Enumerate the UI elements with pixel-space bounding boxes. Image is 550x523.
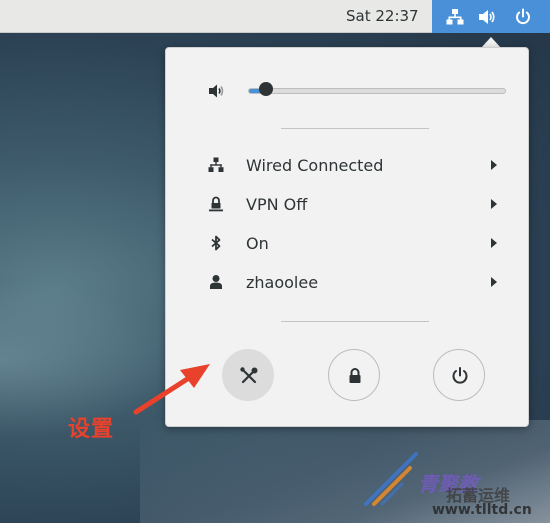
clock[interactable]: Sat 22:37: [346, 7, 419, 25]
settings-button[interactable]: [222, 349, 274, 401]
menu-item-label: zhaoolee: [246, 273, 319, 292]
menu-item-label: VPN Off: [246, 195, 308, 214]
lock-button[interactable]: [328, 349, 380, 401]
separator: [281, 128, 429, 129]
volume-icon: [478, 8, 496, 26]
power-icon: [514, 8, 532, 26]
menu-item-wired[interactable]: Wired Connected: [166, 147, 528, 185]
network-wired-icon: [446, 8, 464, 26]
volume-slider[interactable]: [248, 88, 506, 94]
menu-item-label: On: [246, 234, 269, 253]
menu-item-bluetooth[interactable]: On: [166, 225, 528, 263]
watermark-url: www.tlltd.cn: [432, 502, 532, 518]
submenu-arrow-icon: [491, 199, 497, 209]
menu-item-label: Wired Connected: [246, 156, 384, 175]
submenu-arrow-icon: [491, 277, 497, 287]
separator: [281, 321, 429, 322]
bluetooth-icon: [208, 235, 224, 251]
submenu-arrow-icon: [491, 160, 497, 170]
power-off-button[interactable]: [433, 349, 485, 401]
annotation-label: 设置: [68, 417, 115, 442]
submenu-arrow-icon: [491, 238, 497, 248]
lock-icon: [349, 368, 361, 383]
menu-item-vpn[interactable]: VPN Off: [166, 186, 528, 224]
top-bar: Sat 22:37: [0, 0, 550, 33]
power-icon: [452, 367, 468, 384]
system-menu-popup: Wired Connected VPN Off On zhaoolee: [165, 47, 529, 427]
volume-low-icon: [208, 82, 226, 100]
menu-item-user[interactable]: zhaoolee: [166, 264, 528, 302]
system-tray[interactable]: [432, 0, 550, 33]
network-wired-icon: [208, 157, 224, 173]
vpn-lock-icon: [208, 196, 224, 212]
user-icon: [208, 274, 224, 290]
volume-slider-handle[interactable]: [259, 82, 273, 96]
settings-tools-icon: [240, 367, 258, 384]
annotation-arrow-icon: [133, 364, 210, 415]
